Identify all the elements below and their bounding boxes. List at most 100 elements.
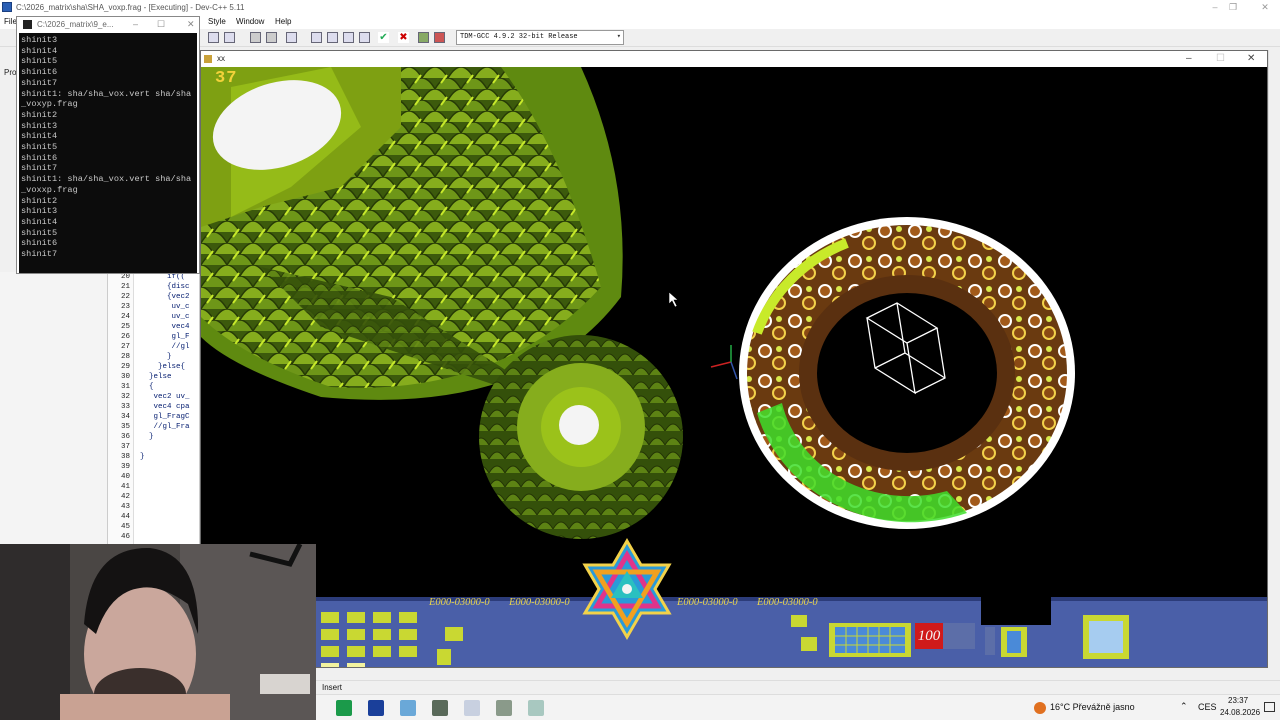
console-window[interactable]: C:\2026_matrix\9_e... – ☐ ✕ shinit3 shini… [16, 16, 200, 274]
code-line[interactable]: uv_c [140, 312, 200, 322]
code-line[interactable]: uv_c [140, 302, 200, 312]
menu-help[interactable]: Help [275, 17, 291, 26]
console-line: _voxxp.frag [21, 184, 78, 195]
minimize-icon[interactable]: – [1186, 51, 1192, 67]
minimize-icon[interactable]: – [133, 17, 138, 32]
grid-icon[interactable] [311, 32, 322, 43]
taskbar-app-icon[interactable] [464, 700, 480, 716]
gl-window[interactable]: xx – ☐ ✕ 37 E000-03000-0 E000-03000-0 E0… [200, 50, 1268, 668]
console-title: C:\2026_matrix\9_e... [37, 20, 114, 29]
maximize-icon[interactable]: ☐ [157, 17, 165, 32]
code-line[interactable]: } [140, 452, 200, 462]
line-number: 45 [120, 523, 130, 531]
code-line[interactable] [140, 462, 200, 472]
console-line: shinit2 [21, 109, 58, 120]
code-line[interactable]: }else{ [140, 362, 200, 372]
console-line: shinit7 [21, 163, 58, 174]
menu-style[interactable]: Style [208, 17, 226, 26]
code-line[interactable]: vec4 cpa [140, 402, 200, 412]
code-line[interactable] [140, 522, 200, 532]
close-icon[interactable]: ✕ [1250, 0, 1280, 15]
undo-icon[interactable] [250, 32, 261, 43]
webcam-image [0, 544, 316, 720]
taskbar-app-icon[interactable] [400, 700, 416, 716]
maximize-icon[interactable]: ☐ [1216, 51, 1225, 67]
code-line[interactable] [140, 472, 200, 482]
fps-counter: 37 [215, 69, 238, 88]
code-line[interactable]: gl_F [140, 332, 200, 342]
close-icon[interactable]: ✕ [187, 17, 195, 32]
restore-icon[interactable]: ❐ [1218, 0, 1248, 15]
code-line[interactable]: //gl [140, 342, 200, 352]
line-number: 21 [120, 283, 130, 291]
clock-time[interactable]: 23:37 [1228, 696, 1248, 705]
language-indicator[interactable]: CES [1198, 702, 1217, 712]
taskbar-app-icon[interactable] [432, 700, 448, 716]
line-number: 24 [120, 313, 130, 321]
taskbar-app-icon[interactable] [336, 700, 352, 716]
console-line: shinit5 [21, 142, 58, 153]
toolbar-icon[interactable] [208, 32, 219, 43]
compiler-select[interactable]: TDM-GCC 4.9.2 32-bit Release ▾ [456, 30, 624, 45]
grid-icon[interactable] [343, 32, 354, 43]
code-line[interactable]: } [140, 352, 200, 362]
line-number: 35 [120, 423, 130, 431]
line-number: 25 [120, 323, 130, 331]
code-line[interactable]: gl_FragC [140, 412, 200, 422]
stop-icon[interactable]: ✖ [398, 32, 409, 43]
code-line[interactable] [140, 482, 200, 492]
console-line: shinit1: sha/sha_vox.vert sha/sha [21, 88, 192, 99]
grid-icon[interactable] [327, 32, 338, 43]
taskbar-app-icon[interactable] [528, 700, 544, 716]
code-line[interactable]: vec2 uv_ [140, 392, 200, 402]
grid-icon[interactable] [359, 32, 370, 43]
weather-text[interactable]: 16°C Převážně jasno [1050, 702, 1135, 712]
code-line[interactable]: //gl_Fra [140, 422, 200, 432]
chart-icon[interactable] [418, 32, 429, 43]
line-number: 46 [120, 533, 130, 541]
weather-icon [1034, 702, 1046, 714]
chevron-up-icon[interactable]: ⌃ [1180, 701, 1188, 712]
code-line[interactable] [140, 492, 200, 502]
editor-scrollbar[interactable] [1268, 50, 1280, 550]
check-icon[interactable]: ✔ [378, 32, 389, 43]
code-line[interactable] [140, 532, 200, 542]
console-line: _voxyp.frag [21, 99, 78, 110]
console-line: shinit3 [21, 206, 58, 217]
taskbar-app-icon[interactable] [496, 700, 512, 716]
console-line: shinit5 [21, 227, 58, 238]
clock-date[interactable]: 24.08.2026 [1220, 708, 1260, 717]
gl-app-icon [204, 55, 212, 63]
project-tab[interactable]: Pro [4, 68, 16, 77]
code-line[interactable]: }else [140, 372, 200, 382]
render-viewport[interactable]: 37 E000-03000-0 E000-03000-0 E000-03000-… [201, 67, 1267, 667]
taskbar-devcpp-icon[interactable] [368, 700, 384, 716]
line-number: 31 [120, 383, 130, 391]
code-line[interactable]: {vec2 [140, 292, 200, 302]
code-line[interactable]: } [140, 432, 200, 442]
mouse-cursor [668, 291, 679, 308]
code-line[interactable]: { [140, 382, 200, 392]
toolbar-icon[interactable] [224, 32, 235, 43]
close-icon[interactable]: ✕ [1247, 51, 1255, 67]
console-line: shinit1: sha/sha_vox.vert sha/sha [21, 174, 192, 185]
code-line[interactable]: {disc [140, 282, 200, 292]
menu-window[interactable]: Window [236, 17, 264, 26]
console-line: shinit3 [21, 120, 58, 131]
system-tray: 16°C Převážně jasno ⌃ CES 23:37 24.08.20… [1020, 695, 1280, 720]
line-number: 34 [120, 413, 130, 421]
toolbar-icon[interactable] [286, 32, 297, 43]
console-line: shinit6 [21, 67, 58, 78]
code-line[interactable] [140, 442, 200, 452]
console-line: shinit4 [21, 131, 58, 142]
code-line[interactable] [140, 502, 200, 512]
console-line: shinit4 [21, 45, 58, 56]
code-text[interactable]: if(( {disc {vec2 uv_c uv_c vec4 gl_F //g… [140, 272, 200, 544]
torus [739, 217, 1075, 529]
code-line[interactable] [140, 512, 200, 522]
debug-icon[interactable] [434, 32, 445, 43]
menu-file[interactable]: File [4, 17, 17, 26]
redo-icon[interactable] [266, 32, 277, 43]
notification-icon[interactable] [1264, 702, 1275, 712]
code-line[interactable]: vec4 [140, 322, 200, 332]
